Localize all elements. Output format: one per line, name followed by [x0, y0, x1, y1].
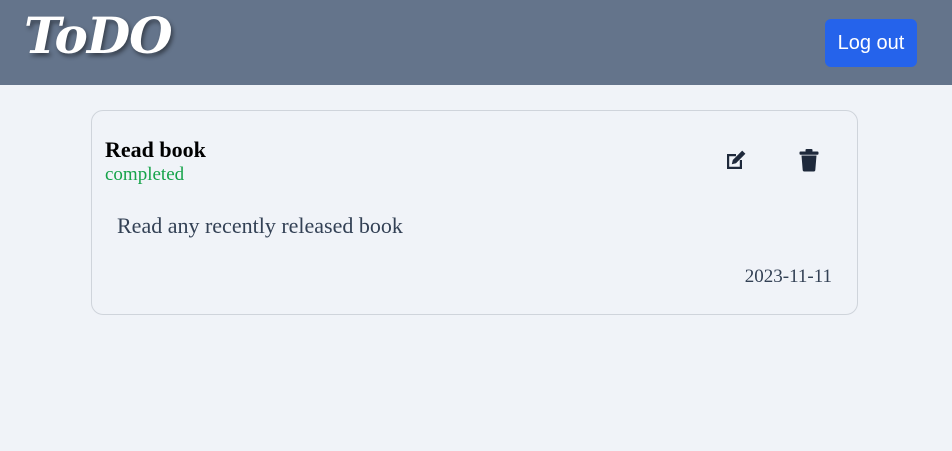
- todo-date: 2023-11-11: [744, 266, 832, 287]
- trash-icon: [799, 149, 819, 172]
- delete-button[interactable]: [795, 146, 823, 174]
- logout-button[interactable]: Log out: [825, 19, 917, 67]
- todo-card: Read book completed Read any recently re…: [91, 110, 858, 315]
- edit-icon: [727, 150, 746, 169]
- app-header: ToDO Log out: [0, 0, 952, 85]
- todo-status: completed: [105, 164, 185, 185]
- todo-description: Read any recently released book: [117, 213, 403, 238]
- app-logo: ToDO: [24, 6, 173, 65]
- edit-button[interactable]: [722, 146, 750, 174]
- todo-title: Read book: [105, 137, 206, 162]
